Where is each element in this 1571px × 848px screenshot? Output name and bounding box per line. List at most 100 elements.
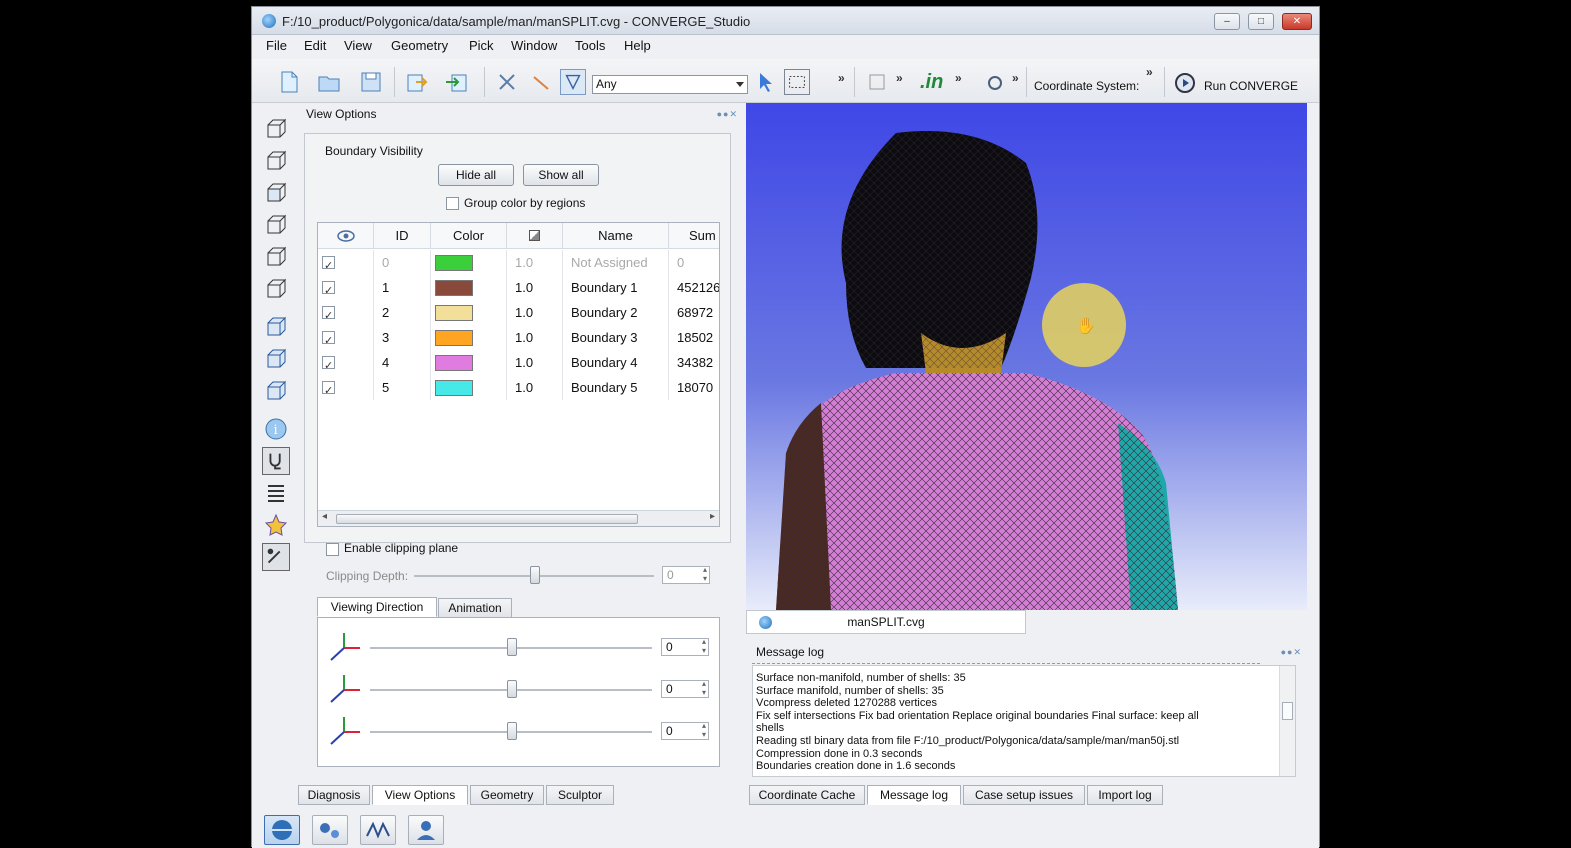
panel-controls[interactable]: ●●✕ [717,109,738,120]
stethoscope-icon[interactable] [262,447,290,475]
pick-mode-icon[interactable] [560,69,586,95]
star-tool-icon[interactable] [262,511,290,539]
row-opacity[interactable]: 1.0 [507,325,563,350]
hide-all-button[interactable]: Hide all [438,164,514,186]
message-log-box[interactable]: Surface non-manifold, number of shells: … [752,665,1296,777]
table-row[interactable]: 4 1.0Boundary 434382 [318,350,719,375]
tab-view-options[interactable]: View Options [372,785,468,805]
axis-y-slider[interactable] [507,680,517,698]
menu-tools[interactable]: Tools [575,38,605,53]
axis-z-slider[interactable] [507,722,517,740]
tab-coordinate-cache[interactable]: Coordinate Cache [749,785,865,805]
row-color[interactable] [431,300,507,325]
in-file-button[interactable]: .in [920,71,943,94]
close-button[interactable]: ✕ [1282,13,1312,30]
run-converge-label[interactable]: Run CONVERGE [1204,79,1298,93]
tab-viewing-direction[interactable]: Viewing Direction [317,597,437,617]
row-color[interactable] [431,375,507,400]
row-opacity[interactable]: 1.0 [507,350,563,375]
more-tools-2[interactable]: » [896,71,903,85]
color-swatch[interactable] [435,255,473,271]
name-column-header[interactable]: Name [563,223,669,249]
log-scroll-thumb[interactable] [1282,702,1293,720]
measure-icon[interactable] [528,69,554,95]
menu-help[interactable]: Help [624,38,651,53]
menu-view[interactable]: View [344,38,372,53]
open-folder-icon[interactable] [316,69,342,95]
color-column-header[interactable]: Color [431,223,507,249]
mode-case-setup-button[interactable] [264,815,300,845]
row-visibility-checkbox[interactable] [322,329,335,350]
axis-x-slider[interactable] [507,638,517,656]
table-row[interactable]: 3 1.0Boundary 318502 [318,325,719,350]
row-visibility-checkbox[interactable] [322,279,335,300]
view-iso-1-icon[interactable] [262,313,290,341]
maximize-button[interactable]: □ [1248,13,1274,30]
table-row[interactable]: 1 1.0Boundary 1452126 [318,275,719,300]
opacity-column-header[interactable] [507,223,563,249]
table-row[interactable]: 5 1.0Boundary 518070 [318,375,719,400]
3d-viewport[interactable]: ✋ [746,103,1307,610]
refresh-icon[interactable] [982,69,1008,95]
menu-pick[interactable]: Pick [469,38,494,53]
log-scrollbar[interactable] [1279,666,1295,776]
transform-icon[interactable] [864,69,890,95]
view-bottom-icon[interactable] [262,211,290,239]
color-swatch[interactable] [435,380,473,396]
view-right-icon[interactable] [262,275,290,303]
more-tools-5[interactable]: » [1146,65,1153,79]
menu-geometry[interactable]: Geometry [391,38,448,53]
show-all-button[interactable]: Show all [523,164,599,186]
view-iso-2-icon[interactable] [262,345,290,373]
axis-z-input[interactable]: 0 [661,721,709,740]
sum-column-header[interactable]: Sum [669,223,719,249]
row-opacity[interactable]: 1.0 [507,375,563,400]
export-icon[interactable] [444,69,470,95]
tab-sculptor[interactable]: Sculptor [546,785,614,805]
row-visibility-checkbox[interactable] [322,254,335,275]
row-color[interactable] [431,350,507,375]
row-color[interactable] [431,325,507,350]
mode-graph-button[interactable] [360,815,396,845]
row-visibility-checkbox[interactable] [322,304,335,325]
group-color-checkbox[interactable] [446,197,459,210]
row-visibility-checkbox[interactable] [322,379,335,400]
row-opacity[interactable]: 1.0 [507,300,563,325]
axis-x-input[interactable]: 0 [661,637,709,656]
coordinate-system-label[interactable]: Coordinate System: [1034,79,1139,93]
message-log-controls[interactable]: ●●✕ [1281,647,1302,658]
more-tools-4[interactable]: » [1012,71,1019,85]
list-icon[interactable] [262,479,290,507]
menu-edit[interactable]: Edit [304,38,326,53]
compare-tool-icon[interactable] [262,543,290,571]
table-row[interactable]: 2 1.0Boundary 268972 [318,300,719,325]
enable-clipping-checkbox[interactable] [326,543,339,556]
row-color[interactable] [431,275,507,300]
view-iso-3-icon[interactable] [262,377,290,405]
info-icon[interactable]: i [262,415,290,443]
tab-geometry[interactable]: Geometry [470,785,544,805]
row-color[interactable] [431,250,507,275]
viewport-tab[interactable]: manSPLIT.cvg [746,610,1026,634]
axis-y-input[interactable]: 0 [661,679,709,698]
delete-x-icon[interactable] [494,69,520,95]
row-opacity[interactable]: 1.0 [507,250,563,275]
more-tools-1[interactable]: » [838,71,845,85]
minimize-button[interactable]: – [1214,13,1240,30]
mode-molecules-button[interactable] [312,815,348,845]
clipping-depth-slider[interactable] [530,566,540,584]
scroll-thumb[interactable] [336,514,638,524]
save-icon[interactable] [358,69,384,95]
box-select-icon[interactable] [784,69,810,95]
import-icon[interactable] [404,69,430,95]
mode-user-button[interactable] [408,815,444,845]
row-opacity[interactable]: 1.0 [507,275,563,300]
more-tools-3[interactable]: » [955,71,962,85]
table-row[interactable]: 01.0Not Assigned0 [318,250,719,275]
scroll-right-icon[interactable]: ▸ [710,511,715,522]
id-column-header[interactable]: ID [374,223,431,249]
tab-message-log[interactable]: Message log [867,785,961,805]
tab-case-setup-issues[interactable]: Case setup issues [963,785,1085,805]
select-cursor-icon[interactable] [752,69,778,95]
view-front-icon[interactable] [262,115,290,143]
